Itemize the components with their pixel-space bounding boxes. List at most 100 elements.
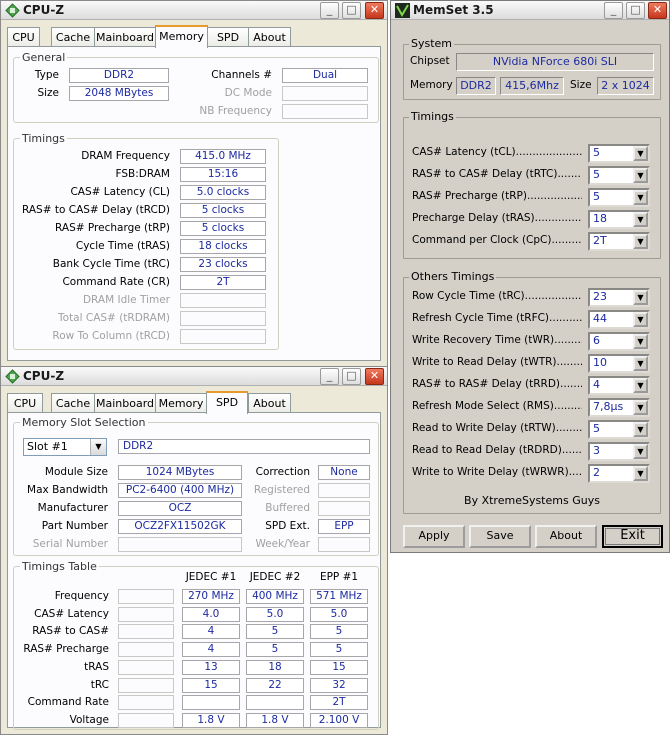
tab-cpu[interactable]: CPU bbox=[7, 393, 43, 413]
table-column-header: EPP #1 bbox=[319, 571, 359, 583]
timing-select[interactable]: 44 ▼ bbox=[588, 310, 650, 329]
tab-spd[interactable]: SPD bbox=[206, 391, 248, 414]
exit-button[interactable]: Exit bbox=[602, 525, 663, 548]
close-button[interactable]: ✕ bbox=[365, 2, 384, 19]
timing-value: 415.0 MHz bbox=[180, 149, 266, 164]
slot-select[interactable]: Slot #1 ▼ bbox=[23, 438, 107, 456]
timing-select[interactable]: 5 ▼ bbox=[588, 420, 650, 439]
chevron-down-icon: ▼ bbox=[90, 439, 106, 455]
save-button[interactable]: Save bbox=[469, 525, 531, 548]
timing-select-value: 5 bbox=[593, 168, 600, 181]
timing-row: Precharge Delay (tRAS)..................… bbox=[412, 212, 582, 228]
tab-memory[interactable]: Memory bbox=[155, 393, 207, 413]
timing-value: 15:16 bbox=[180, 167, 266, 182]
tab-memory[interactable]: Memory bbox=[155, 25, 208, 48]
timing-label: Row Cycle Time (tRC) bbox=[412, 290, 525, 302]
slot-info-value: EPP bbox=[318, 519, 370, 534]
nb-frequency-value bbox=[282, 104, 368, 119]
table-cell bbox=[118, 712, 174, 728]
cpuz-logo-icon bbox=[5, 369, 20, 384]
timing-row: Row Cycle Time (tRC)....................… bbox=[412, 290, 582, 306]
cpuz-logo-icon bbox=[5, 3, 20, 18]
tab-cache[interactable]: Cache bbox=[51, 393, 95, 413]
timing-select[interactable]: 7,8µs ▼ bbox=[588, 398, 650, 417]
dot-leader: ....................................... bbox=[524, 290, 582, 302]
dc-mode-value bbox=[282, 86, 368, 101]
maximize-button[interactable]: □ bbox=[342, 368, 361, 385]
minimize-button[interactable]: _ bbox=[320, 368, 339, 385]
apply-button[interactable]: Apply bbox=[403, 525, 465, 548]
table-cell bbox=[118, 659, 174, 675]
timing-label: RAS# Precharge (tRP) bbox=[412, 190, 527, 202]
chevron-down-icon: ▼ bbox=[633, 290, 648, 305]
window-title: MemSet 3.5 bbox=[413, 3, 494, 17]
title-bar[interactable]: MemSet 3.5 _ □ ✕ bbox=[391, 1, 669, 20]
minimize-button[interactable]: _ bbox=[604, 2, 623, 19]
title-bar[interactable]: CPU-Z _ □ ✕ bbox=[1, 367, 387, 386]
timing-row: Refresh Mode Select (RMS)...............… bbox=[412, 400, 582, 416]
tab-spd[interactable]: SPD bbox=[207, 27, 249, 47]
timing-select[interactable]: 2T ▼ bbox=[588, 232, 650, 251]
close-button[interactable]: ✕ bbox=[365, 368, 384, 385]
about-button[interactable]: About bbox=[535, 525, 597, 548]
memory-panel: General Type DDR2 Size 2048 MBytes Chann… bbox=[7, 46, 381, 361]
tab-mainboard[interactable]: Mainboard bbox=[94, 27, 156, 47]
timing-value: 5.0 clocks bbox=[180, 185, 266, 200]
slot-info-label: Week/Year bbox=[255, 538, 310, 550]
timing-select[interactable]: 18 ▼ bbox=[588, 210, 650, 229]
timing-select-value: 2T bbox=[593, 234, 607, 247]
timing-label: RAS# to CAS# Delay (tRCD) bbox=[22, 204, 170, 216]
table-cell: 4.0 bbox=[182, 606, 240, 622]
dot-leader: ....................................... bbox=[568, 466, 582, 478]
window-title: CPU-Z bbox=[23, 3, 65, 17]
timing-label: Refresh Mode Select (RMS) bbox=[412, 400, 554, 412]
dot-leader: ....................................... bbox=[560, 378, 582, 390]
close-button[interactable]: ✕ bbox=[648, 2, 667, 19]
tab-about[interactable]: About bbox=[248, 393, 291, 413]
timing-label: Precharge Delay (tRAS) bbox=[412, 212, 535, 224]
tab-about[interactable]: About bbox=[248, 27, 291, 47]
table-cell bbox=[182, 695, 240, 711]
timing-select[interactable]: 5 ▼ bbox=[588, 166, 650, 185]
dot-leader: ....................................... bbox=[555, 422, 582, 434]
table-cell: 22 bbox=[246, 677, 304, 693]
timing-label: Command Rate (CR) bbox=[62, 276, 170, 288]
slot-info-label: Part Number bbox=[41, 520, 108, 532]
timing-label: Write to Write Delay (tWRWR) bbox=[412, 466, 569, 478]
timing-value bbox=[180, 311, 266, 326]
memset-timings-group: Timings CAS# Latency (tCL)..............… bbox=[403, 110, 661, 259]
memory-frequency-value: 415,6Mhz bbox=[500, 77, 564, 95]
system-group-title: System bbox=[409, 37, 455, 50]
timing-value: 18 clocks bbox=[180, 239, 266, 254]
table-cell bbox=[118, 624, 174, 640]
type-label: Type bbox=[34, 69, 59, 81]
dot-leader: ....................................... bbox=[554, 334, 582, 346]
timing-label: DRAM Idle Timer bbox=[82, 294, 170, 306]
timing-label: DRAM Frequency bbox=[81, 150, 170, 162]
timing-label: Bank Cycle Time (tRC) bbox=[52, 258, 170, 270]
system-group: System Chipset NVidia NForce 680i SLI Me… bbox=[403, 37, 661, 100]
timing-select[interactable]: 23 ▼ bbox=[588, 288, 650, 307]
timing-select[interactable]: 2 ▼ bbox=[588, 464, 650, 483]
slot-info-value: OCZ2FX11502GK bbox=[118, 519, 242, 534]
tab-cache[interactable]: Cache bbox=[51, 27, 95, 47]
memset-window: MemSet 3.5 _ □ ✕ System Chipset NVidia N… bbox=[390, 0, 670, 553]
timing-select[interactable]: 3 ▼ bbox=[588, 442, 650, 461]
tab-mainboard[interactable]: Mainboard bbox=[94, 393, 156, 413]
tab-cpu[interactable]: CPU bbox=[7, 27, 40, 47]
timing-select[interactable]: 5 ▼ bbox=[588, 144, 650, 163]
maximize-button[interactable]: □ bbox=[342, 2, 361, 19]
slot-info-value bbox=[318, 537, 370, 552]
timing-select[interactable]: 4 ▼ bbox=[588, 376, 650, 395]
timing-row: RAS# to CAS# Delay (tRTC)...............… bbox=[412, 168, 582, 184]
timing-select[interactable]: 6 ▼ bbox=[588, 332, 650, 351]
title-bar[interactable]: CPU-Z _ □ ✕ bbox=[1, 1, 387, 20]
table-cell: 5.0 bbox=[246, 606, 304, 622]
timing-select[interactable]: 5 ▼ bbox=[588, 188, 650, 207]
minimize-button[interactable]: _ bbox=[320, 2, 339, 19]
table-cell: 15 bbox=[310, 659, 368, 675]
timing-select[interactable]: 10 ▼ bbox=[588, 354, 650, 373]
table-cell: 400 MHz bbox=[246, 589, 304, 604]
maximize-button[interactable]: □ bbox=[626, 2, 645, 19]
chevron-down-icon: ▼ bbox=[633, 168, 648, 183]
